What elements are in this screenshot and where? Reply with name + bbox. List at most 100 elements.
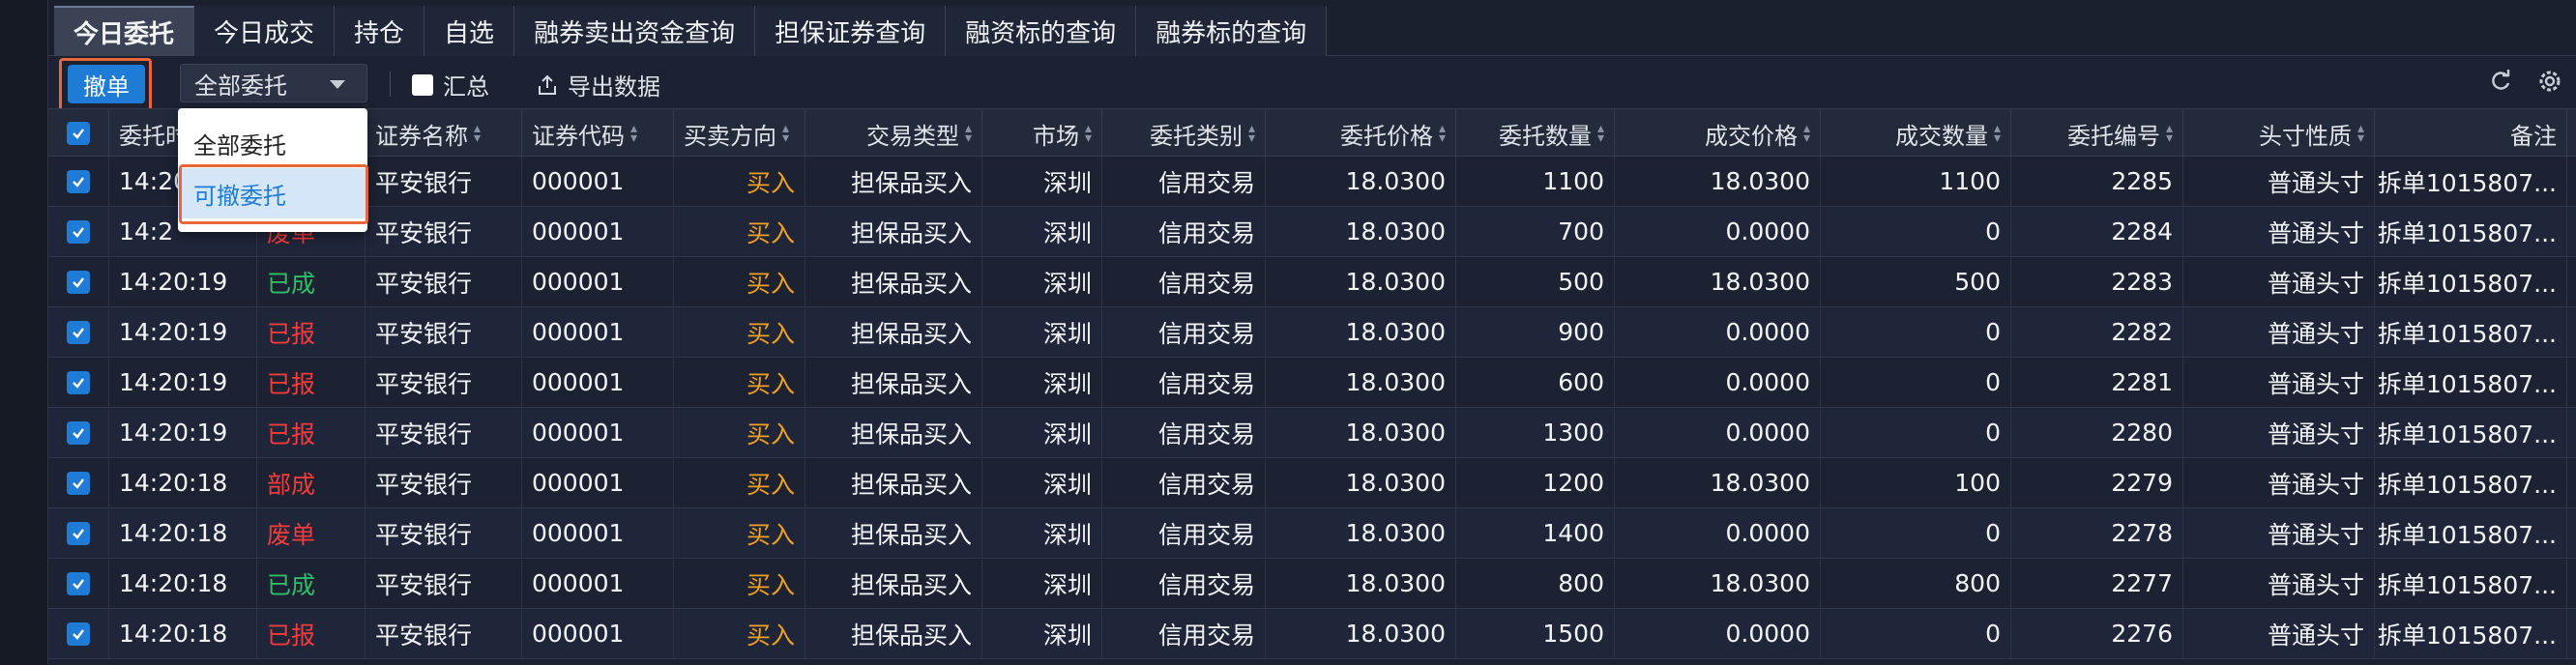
row-checkbox[interactable] (48, 508, 109, 558)
sort-icon[interactable]: ▴ ▾ (2166, 122, 2173, 145)
table-row[interactable]: 14:20:18 部成 平安银行 000001 买入 担保品买入 深圳 信用交易 18.0300… (48, 458, 2576, 508)
cancel-order-button[interactable]: 撤单 (68, 65, 145, 103)
select-all-check[interactable] (67, 122, 90, 145)
cell-qty: 700 (1456, 207, 1615, 256)
row-checkbox[interactable] (48, 207, 109, 256)
table-row[interactable]: 14:20:18 已报 平安银行 000001 买入 担保品买入 深圳 信用交易 18.0300… (48, 609, 2576, 659)
column-header-6[interactable]: 交易类型 ▴ ▾ (805, 109, 982, 158)
cell-position: 普通头寸 (2183, 157, 2375, 206)
row-check[interactable] (67, 622, 90, 646)
orders-table: 委托时 证券名称 ▴ ▾ 证券代码 ▴ ▾ 买卖方向 ▴ ▾ 交易类型 ▴ ▾ 市场 ▴ ▾ 委托类别 ▴ ▾ 委托价… (48, 108, 2576, 659)
column-header-5[interactable]: 买卖方向 ▴ ▾ (674, 109, 805, 158)
sort-icon[interactable]: ▴ ▾ (474, 122, 481, 145)
export-data-button[interactable]: 导出数据 (537, 68, 660, 101)
cell-price: 18.0300 (1266, 609, 1456, 658)
table-row[interactable]: 14:2 废单 平安银行 000001 买入 担保品买入 深圳 信用交易 18.0300 700 0… (48, 207, 2576, 257)
sort-icon[interactable]: ▴ ▾ (630, 122, 637, 145)
cell-price: 18.0300 (1266, 559, 1456, 608)
column-header-13[interactable]: 委托编号 ▴ ▾ (2011, 109, 2183, 158)
tabs: 今日委托 今日成交 持仓 自选 融券卖出资金查询 担保证券查询 融资标的查询 融券标的查询 (48, 0, 2576, 56)
table-row[interactable]: 14:20:19 已报 平安银行 000001 买入 担保品买入 深圳 信用交易 18.0300… (48, 358, 2576, 408)
row-checkbox[interactable] (48, 358, 109, 407)
cell-fill-price: 0.0000 (1615, 508, 1821, 558)
tab-5[interactable]: 担保证券查询 (755, 6, 947, 56)
row-check[interactable] (67, 521, 90, 545)
cell-price: 18.0300 (1266, 207, 1456, 256)
dropdown-option-cancelable[interactable]: 可撤委托 (178, 168, 367, 218)
row-checkbox[interactable] (48, 257, 109, 306)
column-header-14[interactable]: 头寸性质 ▴ ▾ (2183, 109, 2375, 158)
toolbar-right-actions (2488, 68, 2563, 95)
sort-icon[interactable]: ▴ ▾ (1248, 122, 1255, 145)
sort-icon[interactable]: ▴ ▾ (1994, 122, 2001, 145)
row-checkbox[interactable] (48, 157, 109, 206)
sort-icon[interactable]: ▴ ▾ (1085, 122, 1092, 145)
table-row[interactable]: 14:20:18 已成 平安银行 000001 买入 担保品买入 深圳 信用交易 18.0300… (48, 559, 2576, 609)
tab-4[interactable]: 融券卖出资金查询 (514, 6, 756, 56)
sort-icon[interactable]: ▴ ▾ (1803, 122, 1810, 145)
row-check[interactable] (67, 471, 90, 495)
column-header-label: 买卖方向 (684, 122, 776, 150)
column-header-7[interactable]: 市场 ▴ ▾ (982, 109, 1102, 158)
column-header-10[interactable]: 委托数量 ▴ ▾ (1456, 109, 1615, 158)
column-header-15[interactable]: 备注 (2375, 109, 2567, 158)
summary-toggle[interactable]: 汇总 (412, 68, 489, 101)
summary-checkbox[interactable] (412, 73, 433, 96)
tab-7[interactable]: 融券标的查询 (1136, 6, 1328, 56)
row-check[interactable] (67, 420, 90, 445)
cell-side: 买入 (674, 207, 805, 256)
row-checkbox[interactable] (48, 609, 109, 658)
dropdown-option-all[interactable]: 全部委托 (178, 118, 367, 168)
cell-time: 14:20:19 (109, 307, 257, 357)
column-header-9[interactable]: 委托价格 ▴ ▾ (1266, 109, 1456, 158)
table-row[interactable]: 14:20:18 废单 平安银行 000001 买入 担保品买入 深圳 信用交易 18.0300… (48, 508, 2576, 559)
cell-type: 担保品买入 (805, 508, 982, 558)
row-check[interactable] (67, 270, 90, 294)
table-row[interactable]: 14:20:19 已成 平安银行 000001 买入 担保品买入 深圳 信用交易 18.0300… (48, 257, 2576, 307)
row-checkbox[interactable] (48, 559, 109, 608)
order-filter-select[interactable]: 全部委托 (180, 64, 367, 102)
gear-icon[interactable] (2536, 68, 2563, 95)
tab-0[interactable]: 今日委托 (54, 6, 195, 56)
sort-icon[interactable]: ▴ ▾ (965, 122, 972, 145)
sort-icon[interactable]: ▴ ▾ (782, 122, 789, 145)
tab-3[interactable]: 自选 (424, 6, 515, 56)
tab-1[interactable]: 今日成交 (194, 6, 336, 56)
cell-position: 普通头寸 (2183, 609, 2375, 658)
row-check[interactable] (67, 169, 90, 193)
sort-icon[interactable]: ▴ ▾ (2357, 122, 2364, 145)
cell-qty: 1400 (1456, 508, 1615, 558)
tab-2[interactable]: 持仓 (335, 6, 425, 56)
table-body: 14:20 平安银行 000001 买入 担保品买入 深圳 信用交易 18.0300 1100 1… (48, 157, 2576, 659)
table-row[interactable]: 14:20:19 已报 平安银行 000001 买入 担保品买入 深圳 信用交易 18.0300… (48, 307, 2576, 358)
column-header-3[interactable]: 证券名称 ▴ ▾ (366, 109, 522, 158)
column-header-label: 证券代码 (532, 122, 625, 150)
cell-time: 14:20:18 (109, 458, 257, 507)
refresh-icon[interactable] (2488, 69, 2513, 94)
column-header-11[interactable]: 成交价格 ▴ ▾ (1615, 109, 1821, 158)
select-all-checkbox[interactable] (48, 109, 109, 158)
cell-code: 000001 (522, 458, 674, 507)
cell-order-id: 2285 (2011, 157, 2183, 206)
row-check[interactable] (67, 571, 90, 595)
cell-note: 拆单1015807... (2375, 408, 2567, 457)
row-checkbox[interactable] (48, 307, 109, 357)
cell-name: 平安银行 (366, 508, 522, 558)
column-header-4[interactable]: 证券代码 ▴ ▾ (522, 109, 674, 158)
row-check[interactable] (67, 219, 90, 244)
check-icon (73, 628, 84, 640)
table-row[interactable]: 14:20:19 已报 平安银行 000001 买入 担保品买入 深圳 信用交易 18.0300… (48, 408, 2576, 458)
column-header-8[interactable]: 委托类别 ▴ ▾ (1102, 109, 1266, 158)
tab-6[interactable]: 融资标的查询 (946, 6, 1137, 56)
cell-fill-price: 0.0000 (1615, 408, 1821, 457)
row-checkbox[interactable] (48, 458, 109, 507)
row-check[interactable] (67, 320, 90, 344)
row-check[interactable] (67, 370, 90, 394)
sort-icon[interactable]: ▴ ▾ (1597, 122, 1604, 145)
column-header-12[interactable]: 成交数量 ▴ ▾ (1821, 109, 2011, 158)
table-row[interactable]: 14:20 平安银行 000001 买入 担保品买入 深圳 信用交易 18.0300 1100 1… (48, 157, 2576, 207)
sort-icon[interactable]: ▴ ▾ (1439, 122, 1446, 145)
row-checkbox[interactable] (48, 408, 109, 457)
cell-code: 000001 (522, 559, 674, 608)
column-header-label: 证券名称 (375, 122, 468, 150)
